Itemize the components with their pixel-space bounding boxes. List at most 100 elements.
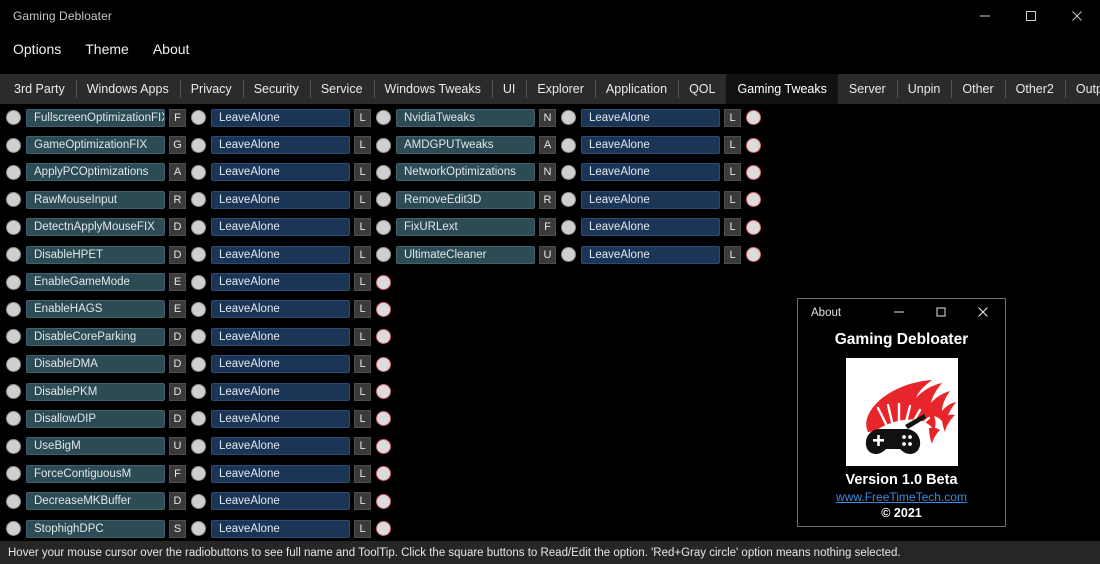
tab-ui[interactable]: UI bbox=[491, 74, 527, 104]
tab-3rd-party[interactable]: 3rd Party bbox=[3, 74, 76, 104]
value-key-button[interactable]: L bbox=[354, 136, 371, 155]
value-key-button[interactable]: L bbox=[354, 519, 371, 538]
option-radio[interactable] bbox=[6, 356, 21, 372]
value-radio[interactable] bbox=[191, 329, 206, 345]
option-key-button[interactable]: F bbox=[169, 464, 186, 483]
value-key-button[interactable]: L bbox=[354, 190, 371, 209]
value-key-button[interactable]: L bbox=[354, 437, 371, 456]
option-key-button[interactable]: E bbox=[169, 273, 186, 292]
value-key-button[interactable]: L bbox=[354, 464, 371, 483]
option-radio[interactable] bbox=[376, 192, 391, 208]
value-key-button[interactable]: L bbox=[724, 163, 741, 182]
status-radio[interactable] bbox=[376, 274, 391, 290]
value-key-button[interactable]: L bbox=[354, 382, 371, 401]
value-radio[interactable] bbox=[191, 493, 206, 509]
option-key-button[interactable]: D bbox=[169, 245, 186, 264]
option-key-button[interactable]: R bbox=[169, 190, 186, 209]
option-radio[interactable] bbox=[6, 301, 21, 317]
option-value[interactable]: LeaveAlone bbox=[211, 300, 350, 319]
option-radio[interactable] bbox=[6, 110, 21, 126]
option-value[interactable]: LeaveAlone bbox=[211, 245, 350, 264]
value-radio[interactable] bbox=[191, 411, 206, 427]
value-key-button[interactable]: L bbox=[354, 245, 371, 264]
option-key-button[interactable]: G bbox=[169, 136, 186, 155]
value-radio[interactable] bbox=[191, 164, 206, 180]
value-key-button[interactable]: L bbox=[354, 218, 371, 237]
minimize-button[interactable] bbox=[962, 0, 1008, 31]
status-radio[interactable] bbox=[376, 466, 391, 482]
option-key-button[interactable]: R bbox=[539, 190, 556, 209]
option-radio[interactable] bbox=[6, 493, 21, 509]
menu-item-about[interactable]: About bbox=[153, 38, 200, 60]
option-key-button[interactable]: U bbox=[169, 437, 186, 456]
option-value[interactable]: LeaveAlone bbox=[581, 218, 720, 237]
value-key-button[interactable]: L bbox=[354, 108, 371, 127]
option-value[interactable]: LeaveAlone bbox=[211, 519, 350, 538]
option-name[interactable]: DetectnApplyMouseFIX bbox=[26, 218, 165, 237]
option-radio[interactable] bbox=[376, 164, 391, 180]
value-radio[interactable] bbox=[191, 137, 206, 153]
tab-other[interactable]: Other bbox=[951, 74, 1005, 104]
tab-other2[interactable]: Other2 bbox=[1004, 74, 1065, 104]
value-radio[interactable] bbox=[561, 192, 576, 208]
option-name[interactable]: RemoveEdit3D bbox=[396, 190, 535, 209]
tab-windows-apps[interactable]: Windows Apps bbox=[75, 74, 180, 104]
about-minimize-button[interactable] bbox=[878, 299, 920, 325]
option-radio[interactable] bbox=[6, 247, 21, 263]
option-radio[interactable] bbox=[6, 137, 21, 153]
option-value[interactable]: LeaveAlone bbox=[211, 163, 350, 182]
option-key-button[interactable]: A bbox=[539, 136, 556, 155]
value-radio[interactable] bbox=[561, 164, 576, 180]
value-key-button[interactable]: L bbox=[724, 108, 741, 127]
option-name[interactable]: DisallowDIP bbox=[26, 409, 165, 428]
option-key-button[interactable]: U bbox=[539, 245, 556, 264]
option-value[interactable]: LeaveAlone bbox=[581, 108, 720, 127]
value-key-button[interactable]: L bbox=[724, 245, 741, 264]
option-radio[interactable] bbox=[6, 411, 21, 427]
option-key-button[interactable]: D bbox=[169, 355, 186, 374]
status-radio[interactable] bbox=[376, 521, 391, 537]
value-key-button[interactable]: L bbox=[354, 355, 371, 374]
option-value[interactable]: LeaveAlone bbox=[211, 382, 350, 401]
value-radio[interactable] bbox=[561, 219, 576, 235]
value-radio[interactable] bbox=[191, 521, 206, 537]
status-radio[interactable] bbox=[746, 192, 761, 208]
option-radio[interactable] bbox=[6, 384, 21, 400]
status-radio[interactable] bbox=[746, 110, 761, 126]
value-radio[interactable] bbox=[191, 438, 206, 454]
value-key-button[interactable]: L bbox=[354, 492, 371, 511]
option-name[interactable]: UseBigM bbox=[26, 437, 165, 456]
status-radio[interactable] bbox=[376, 384, 391, 400]
status-radio[interactable] bbox=[376, 493, 391, 509]
maximize-button[interactable] bbox=[1008, 0, 1054, 31]
value-key-button[interactable]: L bbox=[354, 163, 371, 182]
value-key-button[interactable]: L bbox=[354, 300, 371, 319]
option-value[interactable]: LeaveAlone bbox=[211, 409, 350, 428]
tab-application[interactable]: Application bbox=[594, 74, 679, 104]
option-key-button[interactable]: N bbox=[539, 163, 556, 182]
value-radio[interactable] bbox=[191, 356, 206, 372]
option-radio[interactable] bbox=[6, 274, 21, 290]
option-radio[interactable] bbox=[6, 192, 21, 208]
value-key-button[interactable]: L bbox=[354, 327, 371, 346]
option-name[interactable]: RawMouseInput bbox=[26, 190, 165, 209]
value-radio[interactable] bbox=[191, 301, 206, 317]
option-radio[interactable] bbox=[6, 219, 21, 235]
option-radio[interactable] bbox=[376, 247, 391, 263]
close-button[interactable] bbox=[1054, 0, 1100, 31]
value-key-button[interactable]: L bbox=[724, 190, 741, 209]
option-key-button[interactable]: D bbox=[169, 327, 186, 346]
option-value[interactable]: LeaveAlone bbox=[211, 464, 350, 483]
about-link[interactable]: www.FreeTimeTech.com bbox=[798, 490, 1005, 504]
value-radio[interactable] bbox=[191, 192, 206, 208]
tab-qol[interactable]: QOL bbox=[678, 74, 727, 104]
option-value[interactable]: LeaveAlone bbox=[581, 190, 720, 209]
tab-security[interactable]: Security bbox=[242, 74, 310, 104]
option-radio[interactable] bbox=[6, 164, 21, 180]
option-value[interactable]: LeaveAlone bbox=[581, 245, 720, 264]
value-radio[interactable] bbox=[191, 384, 206, 400]
value-radio[interactable] bbox=[561, 137, 576, 153]
option-key-button[interactable]: S bbox=[169, 519, 186, 538]
option-key-button[interactable]: F bbox=[539, 218, 556, 237]
status-radio[interactable] bbox=[746, 247, 761, 263]
